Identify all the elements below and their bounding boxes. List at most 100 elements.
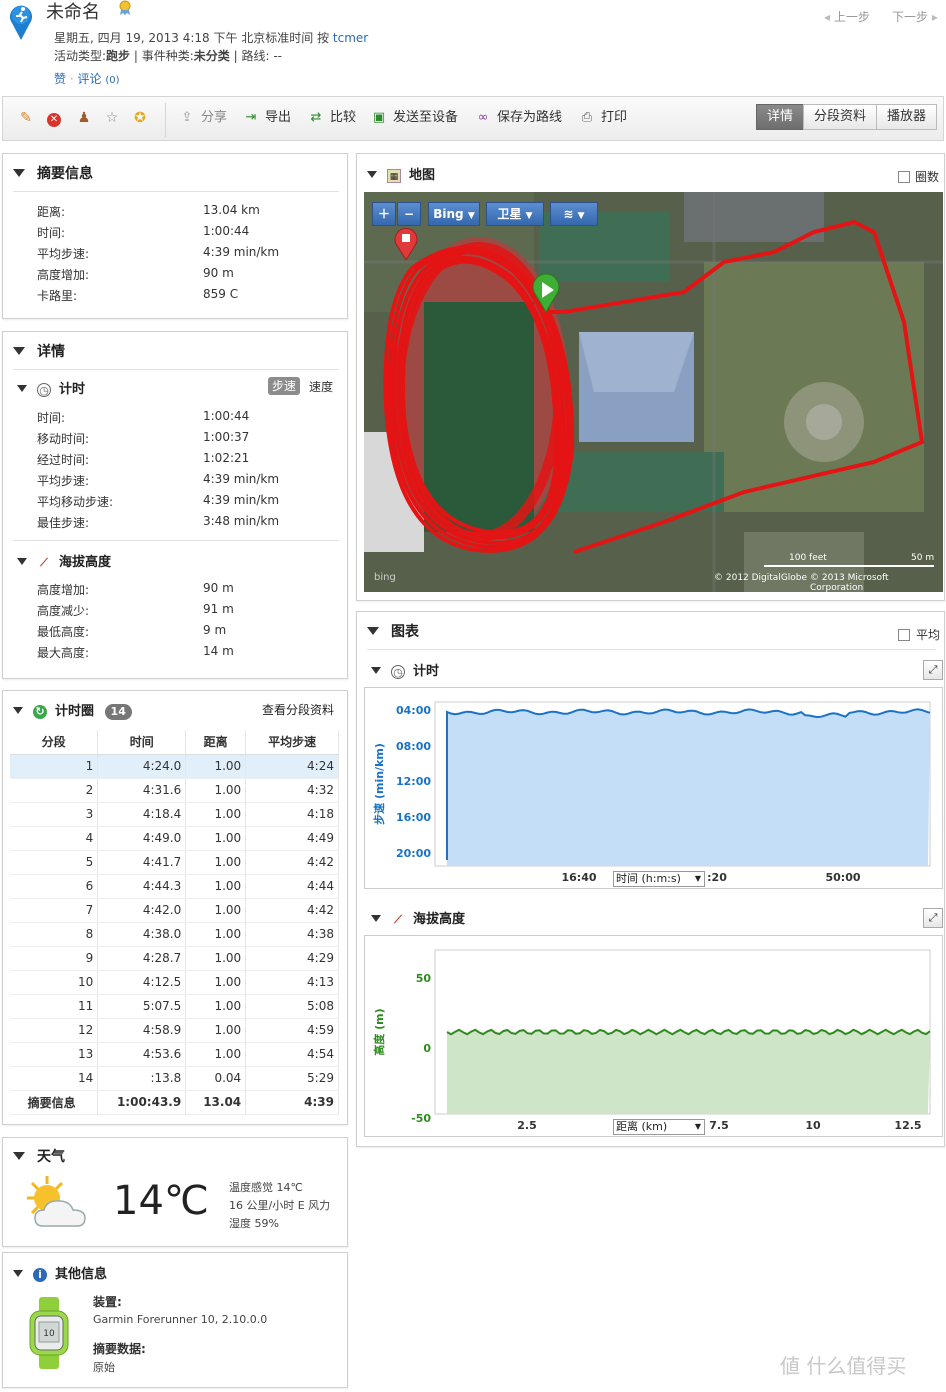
lap-cell: 4:38.0 bbox=[97, 922, 187, 947]
pace-chart[interactable]: 04:00 08:00 12:00 16:00 20:00 步速 (min/km) 16:4… bbox=[364, 687, 943, 889]
save-route-button[interactable]: ∞ 保存为路线 bbox=[475, 109, 562, 127]
average-checkbox[interactable] bbox=[898, 629, 910, 641]
elevation-chart-header[interactable]: ⟋ 海拔高度 bbox=[371, 908, 465, 927]
lap-row[interactable]: 6 4:44.3 1.00 4:44 bbox=[10, 874, 339, 899]
privacy-icon[interactable]: ♟ bbox=[75, 109, 93, 127]
prev-button[interactable]: ◂ 上一步 bbox=[824, 8, 870, 25]
other-info-header[interactable]: i 其他信息 bbox=[13, 1263, 107, 1282]
tab-details[interactable]: 详情 bbox=[755, 104, 804, 130]
lap-row[interactable]: 9 4:28.7 1.00 4:29 bbox=[10, 946, 339, 971]
map-layers-select[interactable]: ≋ ▼ bbox=[550, 202, 598, 226]
lap-cell: 3 bbox=[10, 802, 99, 827]
share-label: 分享 bbox=[201, 110, 228, 125]
details-header[interactable]: 详情 bbox=[13, 341, 65, 361]
lap-cell: 1.00 bbox=[185, 802, 247, 827]
lap-cell: 1.00 bbox=[185, 946, 247, 971]
laps-header[interactable]: ↻ 计时圈 14 bbox=[13, 700, 132, 720]
tab-player[interactable]: 播放器 bbox=[875, 104, 937, 130]
tab-splits[interactable]: 分段资料 bbox=[802, 104, 877, 130]
favorite-star-icon[interactable]: ☆ bbox=[103, 109, 121, 127]
col-distance[interactable]: 距离 bbox=[185, 730, 247, 755]
expand-icon[interactable]: ⤢ bbox=[923, 908, 943, 928]
lap-cell: 10 bbox=[10, 970, 99, 995]
data-value: 原始 bbox=[93, 1361, 115, 1374]
map-provider-select[interactable]: Bing ▼ bbox=[428, 202, 480, 226]
lap-row[interactable]: 13 4:53.6 1.00 4:54 bbox=[10, 1042, 339, 1067]
lap-cell: 2 bbox=[10, 778, 99, 803]
activity-header: 未命名 星期五, 四月 19, 2013 4:18 下午 北京标准时间 按 tc… bbox=[0, 0, 946, 94]
elevation-chart-svg[interactable]: 50 0 -50 高度 (m) 2.5 7.5 10 12.5 bbox=[365, 936, 944, 1138]
lap-row[interactable]: 8 4:38.0 1.00 4:38 bbox=[10, 922, 339, 947]
delete-icon[interactable]: ✕ bbox=[45, 109, 63, 127]
series-area bbox=[447, 709, 930, 866]
charts-title: 图表 bbox=[391, 624, 419, 640]
device-label: 装置: bbox=[93, 1295, 122, 1309]
weather-header[interactable]: 天气 bbox=[13, 1146, 65, 1166]
toolbar: ✎ ✕ ♟ ☆ ✪ ⇪ 分享 ⇥ 导出 ⇄ 比较 ▣ 发送至设备 ∞ 保存为路线 ⎙ 打印 … bbox=[2, 96, 944, 141]
elevation-x-axis-select[interactable]: 距离 (km) ▼ bbox=[613, 1119, 705, 1135]
col-lap[interactable]: 分段 bbox=[10, 730, 99, 755]
event-type-value[interactable]: 未分类 bbox=[194, 49, 230, 63]
lap-row[interactable]: 4 4:49.0 1.00 4:49 bbox=[10, 826, 339, 851]
lap-row[interactable]: 5 4:41.7 1.00 4:42 bbox=[10, 850, 339, 875]
comment-link[interactable]: 评论 bbox=[77, 72, 101, 86]
lap-row[interactable]: 12 4:58.9 1.00 4:59 bbox=[10, 1018, 339, 1043]
badge-icon[interactable]: ✪ bbox=[131, 109, 149, 127]
stat-label: 距离: bbox=[37, 205, 66, 219]
zoom-in-button[interactable]: ＋ bbox=[372, 202, 396, 226]
share-button[interactable]: ⇪ 分享 bbox=[179, 109, 227, 127]
pace-chart-header[interactable]: ◷ 计时 bbox=[371, 660, 439, 679]
elevation-chart-icon: ⟋ bbox=[394, 912, 402, 926]
col-time[interactable]: 时间 bbox=[97, 730, 187, 755]
charts-header[interactable]: 图表 bbox=[367, 621, 419, 641]
collapse-triangle-icon bbox=[17, 558, 27, 565]
lap-cell: 1.00 bbox=[185, 778, 247, 803]
stat-value: 14 m bbox=[203, 644, 234, 658]
timing-subheader[interactable]: ◷ 计时 bbox=[17, 378, 85, 397]
lap-row[interactable]: 1 4:24.0 1.00 4:24 bbox=[10, 754, 339, 779]
lap-cell: 4:42 bbox=[245, 898, 339, 923]
pace-x-axis-select[interactable]: 时间 (h:m:s) ▼ bbox=[613, 871, 705, 887]
lap-row[interactable]: 10 4:12.5 1.00 4:13 bbox=[10, 970, 339, 995]
export-button[interactable]: ⇥ 导出 bbox=[243, 109, 291, 127]
like-link[interactable]: 赞 bbox=[54, 72, 66, 86]
lap-row[interactable]: 2 4:31.6 1.00 4:32 bbox=[10, 778, 339, 803]
activity-type-value[interactable]: 跑步 bbox=[106, 49, 130, 63]
lap-cell: 1.00 bbox=[185, 1018, 247, 1043]
speed-toggle[interactable]: 速度 bbox=[309, 378, 333, 395]
summary-header[interactable]: 摘要信息 bbox=[13, 163, 93, 183]
lap-row[interactable]: 11 5:07.5 1.00 5:08 bbox=[10, 994, 339, 1019]
user-link[interactable]: tcmer bbox=[333, 31, 368, 45]
map-header[interactable]: ▦ 地图 bbox=[367, 164, 435, 183]
elevation-subheader[interactable]: ⟋ 海拔高度 bbox=[17, 551, 111, 570]
send-to-device-button[interactable]: ▣ 发送至设备 bbox=[371, 109, 458, 127]
expand-icon[interactable]: ⤢ bbox=[923, 660, 943, 680]
stat-label: 时间: bbox=[37, 411, 66, 425]
pace-toggle[interactable]: 步速 bbox=[268, 377, 301, 395]
pace-chart-svg[interactable]: 04:00 08:00 12:00 16:00 20:00 步速 (min/km) 16:4… bbox=[365, 688, 944, 890]
stat-label: 平均步速: bbox=[37, 247, 90, 261]
laps-checkbox[interactable] bbox=[898, 171, 910, 183]
edit-pencil-icon[interactable]: ✎ bbox=[17, 109, 35, 127]
lap-cell: 4:24.0 bbox=[97, 754, 187, 779]
map-type-select[interactable]: 卫星 ▼ bbox=[486, 202, 544, 226]
elevation-chart[interactable]: 50 0 -50 高度 (m) 2.5 7.5 10 12.5 bbox=[364, 935, 943, 1137]
print-button[interactable]: ⎙ 打印 bbox=[579, 109, 627, 127]
activity-title[interactable]: 未命名 bbox=[46, 0, 100, 24]
map-view[interactable]: ＋ − Bing ▼ 卫星 ▼ ≋ ▼ bing 100 feet 50 m ©… bbox=[364, 192, 943, 592]
send-device-icon: ▣ bbox=[372, 110, 386, 125]
stat-label: 最低高度: bbox=[37, 625, 90, 639]
satellite-map[interactable] bbox=[364, 192, 943, 592]
next-button[interactable]: 下一步 ▸ bbox=[892, 8, 938, 25]
view-splits-link[interactable]: 查看分段资料 bbox=[262, 701, 334, 718]
zoom-out-button[interactable]: − bbox=[397, 202, 421, 226]
lap-row[interactable]: 3 4:18.4 1.00 4:18 bbox=[10, 802, 339, 827]
lap-row[interactable]: 14:13.8 0.04 5:29 bbox=[10, 1066, 339, 1091]
lap-cell: 4:58.9 bbox=[97, 1018, 187, 1043]
compare-button[interactable]: ⇄ 比较 bbox=[308, 109, 356, 127]
x-tick-label: 50:00 bbox=[825, 871, 860, 884]
x-tick-label: :20 bbox=[707, 871, 727, 884]
col-pace[interactable]: 平均步速 bbox=[245, 730, 339, 755]
lap-row[interactable]: 7 4:42.0 1.00 4:42 bbox=[10, 898, 339, 923]
stat-label: 时间: bbox=[37, 226, 66, 240]
